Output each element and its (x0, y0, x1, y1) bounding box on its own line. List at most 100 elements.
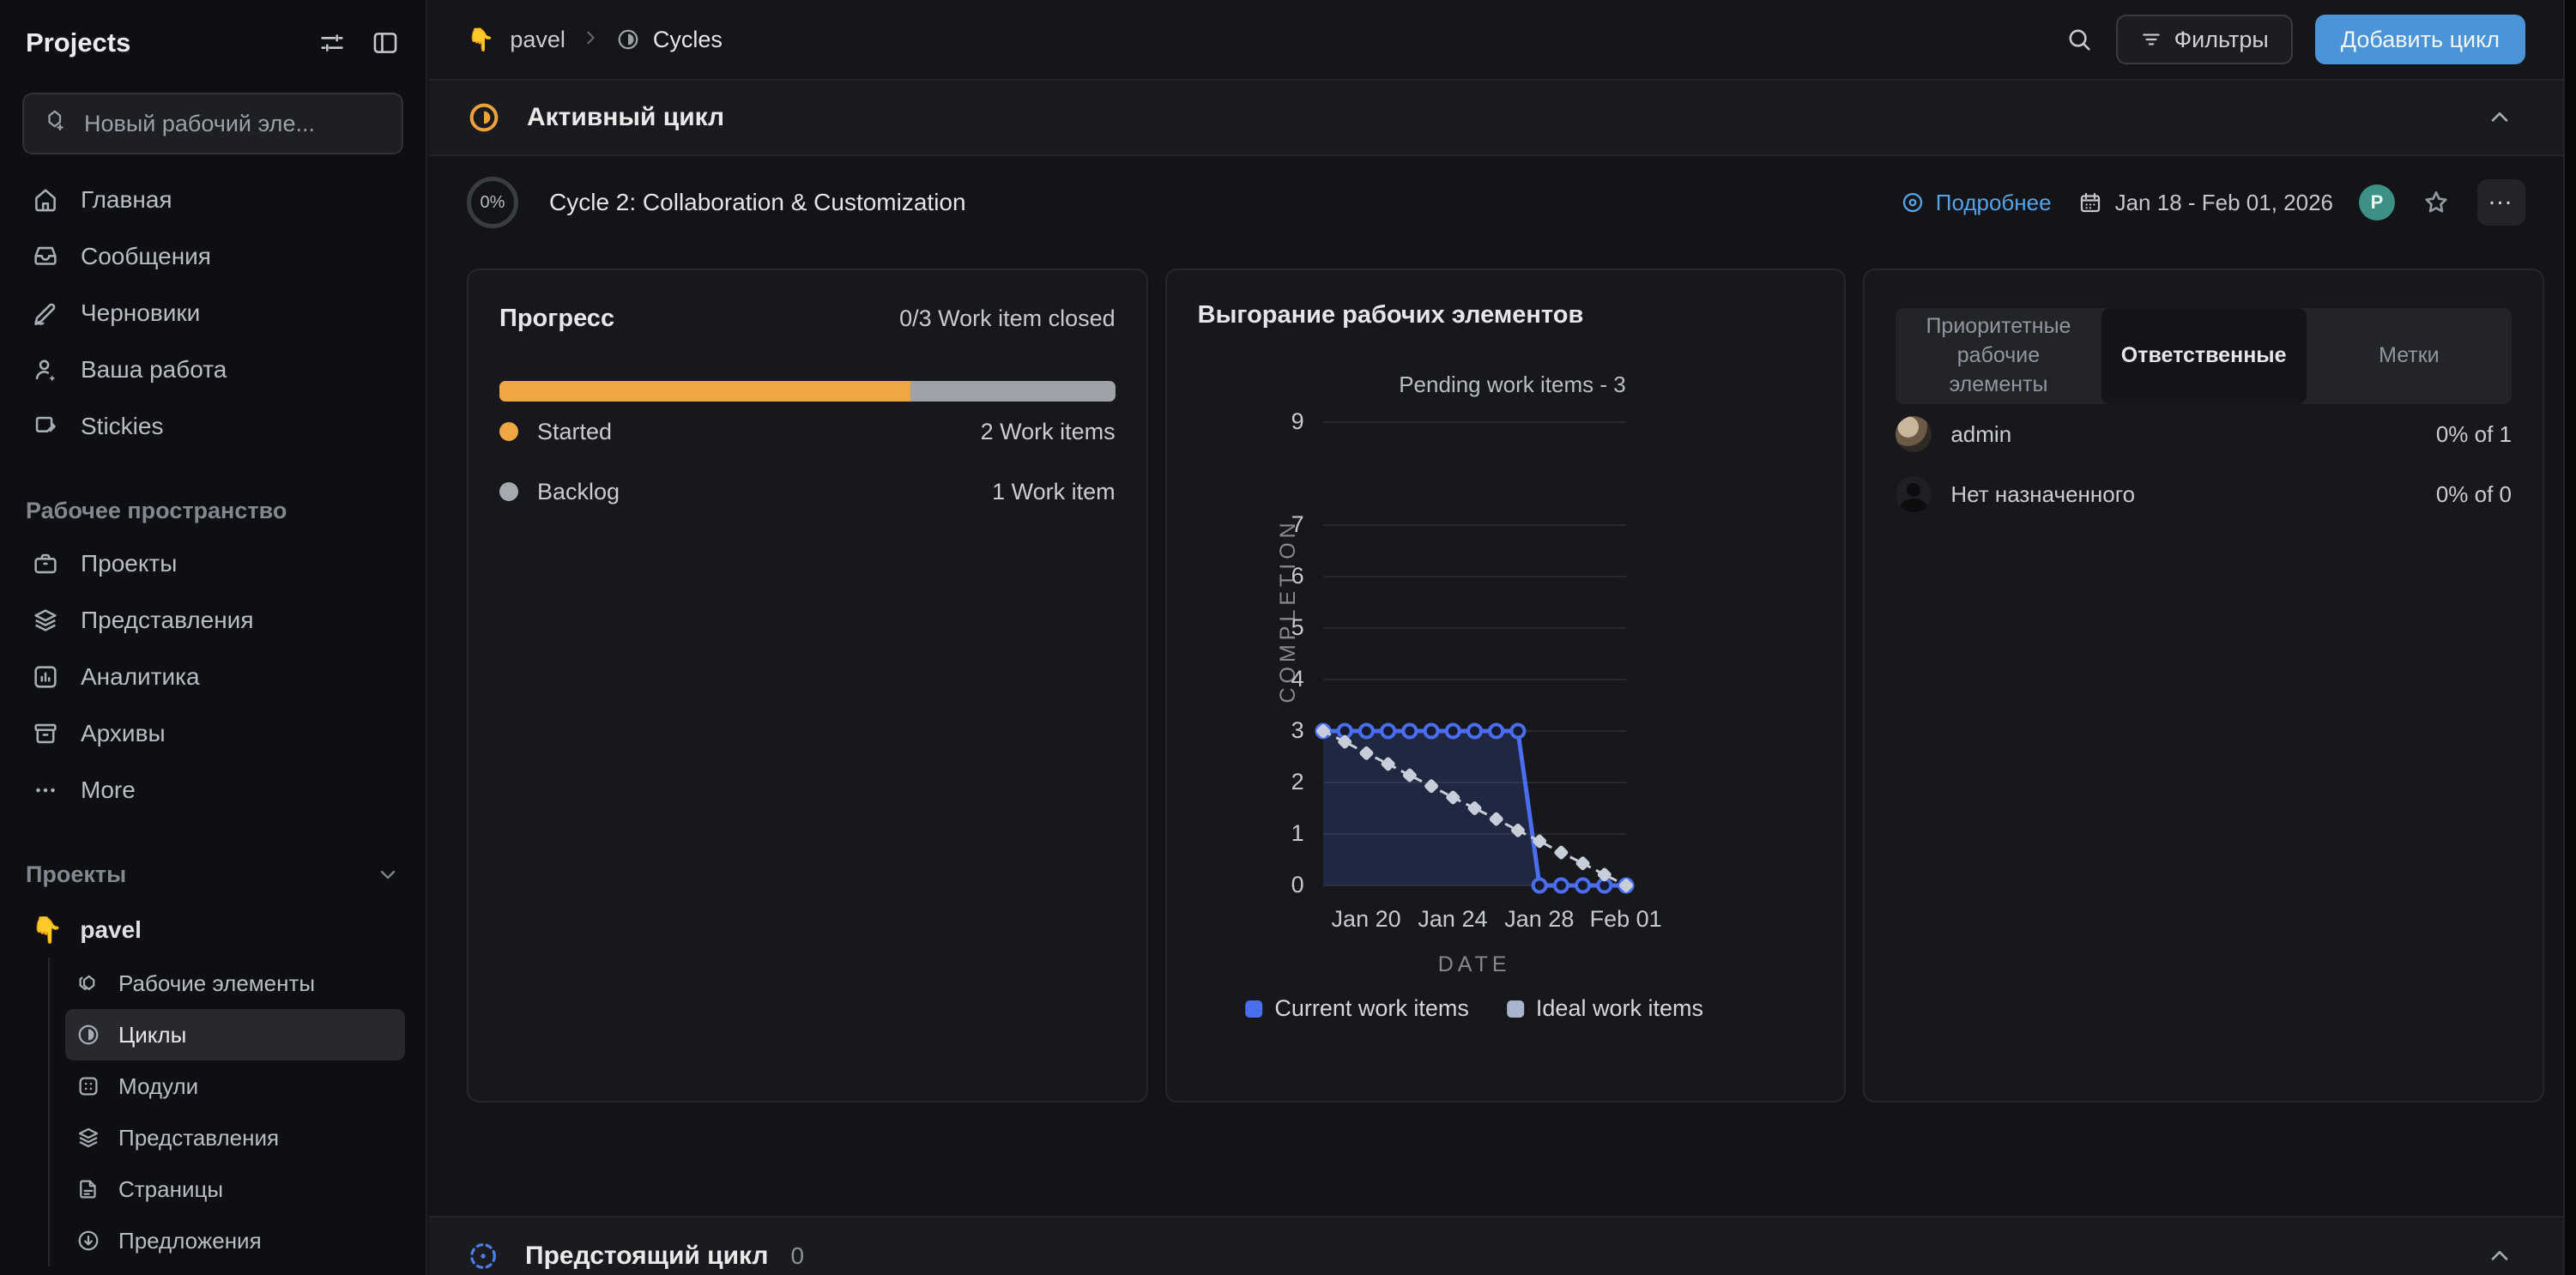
layers-icon (31, 606, 60, 635)
x-axis-title: DATE (1323, 952, 1626, 977)
chevron-down-icon[interactable] (376, 862, 400, 886)
sidebar-item-more[interactable]: More (21, 762, 405, 819)
new-work-item-button[interactable]: Новый рабочий эле... (22, 93, 403, 154)
sidebar-item-label: Страницы (118, 1176, 223, 1203)
progress-bar-fill (499, 381, 910, 402)
sidebar-item-label: Предложения (118, 1228, 262, 1254)
panel-left-icon[interactable] (371, 28, 400, 57)
sidebar-item-project-views[interactable]: Представления (65, 1112, 405, 1163)
assignee-row[interactable]: admin 0% of 1 (1896, 404, 2512, 464)
breadcrumb: 👇 pavel Cycles (467, 27, 2065, 53)
x-tick-label: Jan 24 (1418, 906, 1487, 933)
sidebar-item-label: Черновики (81, 299, 200, 327)
ellipsis-icon (31, 776, 60, 805)
sidebar-item-intake[interactable]: Предложения (65, 1215, 405, 1266)
y-tick-label: 0 (1253, 872, 1304, 898)
sidebar-item-projects[interactable]: Проекты (21, 535, 405, 592)
sidebar-item-stickies[interactable]: Stickies (21, 398, 405, 455)
breadcrumb-project[interactable]: pavel (510, 27, 565, 53)
add-cycle-button[interactable]: Добавить цикл (2315, 15, 2525, 64)
user-icon (31, 355, 60, 384)
sidebar-item-archives[interactable]: Архивы (21, 705, 405, 762)
avatar[interactable]: P (2359, 184, 2395, 221)
sidebar-item-label: Проекты (81, 550, 177, 577)
archive-icon (31, 719, 60, 748)
main-area: 👇 pavel Cycles (429, 0, 2563, 1275)
y-tick-label: 3 (1253, 717, 1304, 744)
y-tick-label: 4 (1253, 666, 1304, 692)
more-options-button[interactable]: … (2477, 179, 2525, 226)
assignees-tabs: Приоритетные рабочие элементы Ответствен… (1896, 308, 2512, 404)
filter-icon (2140, 28, 2162, 51)
assignees-card: Приоритетные рабочие элементы Ответствен… (1863, 269, 2544, 1103)
sidebar-item-cycles[interactable]: Циклы (65, 1009, 405, 1060)
chevron-right-icon (581, 27, 600, 53)
active-cycle-details: Прогресс 0/3 Work item closed Started 2 … (429, 249, 2563, 1160)
tab-priority-work-items[interactable]: Приоритетные рабочие элементы (1896, 308, 2101, 404)
assignee-row[interactable]: Нет назначенного 0% of 0 (1896, 464, 2512, 524)
cycle-progress-badge: 0% (467, 177, 518, 228)
chevron-up-icon[interactable] (2486, 1242, 2513, 1270)
y-tick-label: 1 (1253, 820, 1304, 847)
home-icon (31, 185, 60, 215)
chevron-up-icon[interactable] (2486, 104, 2513, 131)
progress-card-title: Прогресс (499, 305, 614, 333)
sidebar-item-label: Рабочие элементы (118, 970, 315, 997)
star-icon[interactable] (2421, 187, 2452, 218)
sticky-note-icon (31, 412, 60, 441)
work-items-icon (76, 970, 101, 996)
sidebar-item-drafts[interactable]: Черновики (21, 285, 405, 341)
cycle-list-row[interactable]: 0% Cycle 2: Collaboration & Customizatio… (429, 156, 2563, 249)
project-item-pavel[interactable]: 👇 pavel (21, 903, 405, 958)
sidebar-item-label: Сообщения (81, 243, 211, 270)
started-dot-icon (499, 422, 518, 441)
legend-item-current: Current work items (1245, 995, 1469, 1022)
burndown-plot (1323, 422, 1626, 885)
new-work-item-label: Новый рабочий эле... (84, 111, 315, 137)
new-work-item-icon (43, 108, 69, 140)
search-icon[interactable] (2065, 25, 2094, 54)
workspace-nav: Проекты Представления Аналитика Архивы (21, 535, 405, 819)
progress-bar (499, 381, 1116, 402)
sidebar-item-modules[interactable]: Модули (65, 1060, 405, 1112)
upcoming-cycle-section-header[interactable]: Предстоящий цикл 0 (429, 1216, 2563, 1275)
cycle-date-range[interactable]: Jan 18 - Feb 01, 2026 (2077, 190, 2333, 216)
progress-legend-row-started: Started 2 Work items (499, 402, 1116, 462)
calendar-icon (2077, 190, 2103, 215)
project-emoji: 👇 (467, 27, 494, 53)
sidebar-item-inbox[interactable]: Сообщения (21, 228, 405, 285)
sidebar-item-analytics[interactable]: Аналитика (21, 649, 405, 705)
tab-assignees[interactable]: Ответственные (2101, 308, 2307, 404)
no-assignee-avatar-icon (1896, 476, 1932, 512)
sidebar-item-label: Архивы (81, 720, 166, 747)
sidebar-item-views[interactable]: Представления (21, 592, 405, 649)
scrollbar-gutter (2563, 0, 2576, 1275)
sidebar-item-home[interactable]: Главная (21, 172, 405, 228)
cycle-name[interactable]: Cycle 2: Collaboration & Customization (549, 189, 1900, 216)
y-tick-label: 5 (1253, 614, 1304, 641)
workspace-section-label: Рабочее пространство (21, 486, 405, 535)
active-cycle-section-header[interactable]: Активный цикл (429, 81, 2563, 156)
app-window: Projects Новый рабочий эле... Гла (0, 0, 2576, 1275)
active-cycle-icon (467, 100, 501, 135)
y-tick-label: 7 (1253, 511, 1304, 538)
legend-item-ideal: Ideal work items (1507, 995, 1703, 1022)
project-subnav: Рабочие элементы Циклы Модули (48, 958, 405, 1266)
section-title: Активный цикл (527, 103, 724, 132)
sidebar-item-pages[interactable]: Страницы (65, 1163, 405, 1215)
tab-labels[interactable]: Метки (2307, 308, 2512, 404)
projects-section-label[interactable]: Проекты (21, 849, 405, 899)
cycle-details-link[interactable]: Подробнее (1900, 190, 2052, 216)
sidebar-item-label: Представления (81, 607, 253, 634)
layers-icon (76, 1125, 101, 1151)
workspace-title: Projects (26, 27, 317, 58)
sidebar-item-your-work[interactable]: Ваша работа (21, 341, 405, 398)
sliders-icon[interactable] (317, 28, 347, 57)
sidebar-item-work-items[interactable]: Рабочие элементы (65, 958, 405, 1009)
top-bar: 👇 pavel Cycles (429, 0, 2563, 81)
x-tick-label: Jan 20 (1332, 906, 1401, 933)
burndown-card: Выгорание рабочих элементов Pending work… (1165, 269, 1847, 1103)
filters-button[interactable]: Фильтры (2116, 15, 2293, 64)
project-name: pavel (80, 916, 142, 944)
pending-work-items-label: Pending work items - 3 (1399, 372, 1625, 398)
